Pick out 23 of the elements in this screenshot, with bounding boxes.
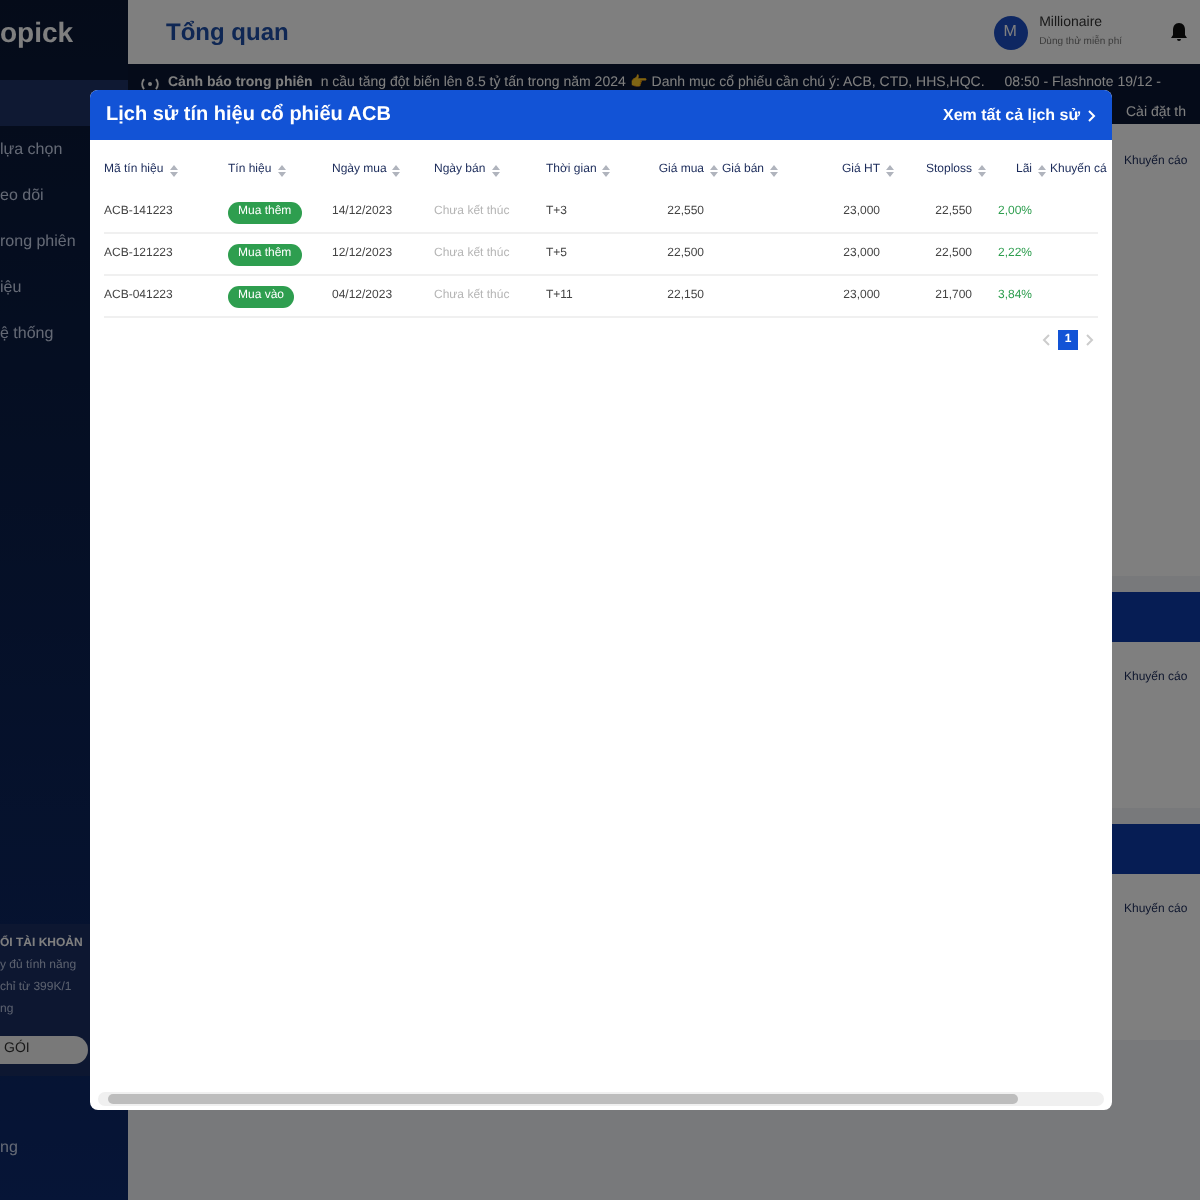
sort-icon[interactable] xyxy=(886,163,894,177)
broadcast-icon xyxy=(140,77,160,90)
sort-icon[interactable] xyxy=(491,163,500,177)
modal-title: Lịch sử tín hiệu cổ phiếu ACB xyxy=(106,101,391,130)
chevron-right-icon xyxy=(1088,109,1096,121)
page-title: Tổng quan xyxy=(166,16,289,50)
chevron-right-icon[interactable] xyxy=(1086,334,1094,346)
sort-icon[interactable] xyxy=(169,163,178,177)
sort-icon[interactable] xyxy=(770,163,779,177)
sort-icon[interactable] xyxy=(710,163,718,177)
sort-icon[interactable] xyxy=(1038,163,1046,177)
sort-icon[interactable] xyxy=(277,163,286,177)
sort-icon[interactable] xyxy=(602,163,611,177)
sort-icon[interactable] xyxy=(978,163,986,177)
bell-icon[interactable] xyxy=(1170,22,1188,42)
chevron-left-icon[interactable] xyxy=(1042,334,1050,346)
logo-text: opick xyxy=(0,13,74,52)
sort-icon[interactable] xyxy=(392,163,401,177)
sidebar-item[interactable]: ng xyxy=(0,1136,128,1160)
horizontal-scrollbar[interactable] xyxy=(98,1092,1104,1106)
avatar[interactable]: M xyxy=(993,15,1028,49)
scrollbar-thumb[interactable] xyxy=(108,1094,1018,1104)
view-all-link[interactable]: Xem tất cả lịch sử xyxy=(943,103,1096,127)
